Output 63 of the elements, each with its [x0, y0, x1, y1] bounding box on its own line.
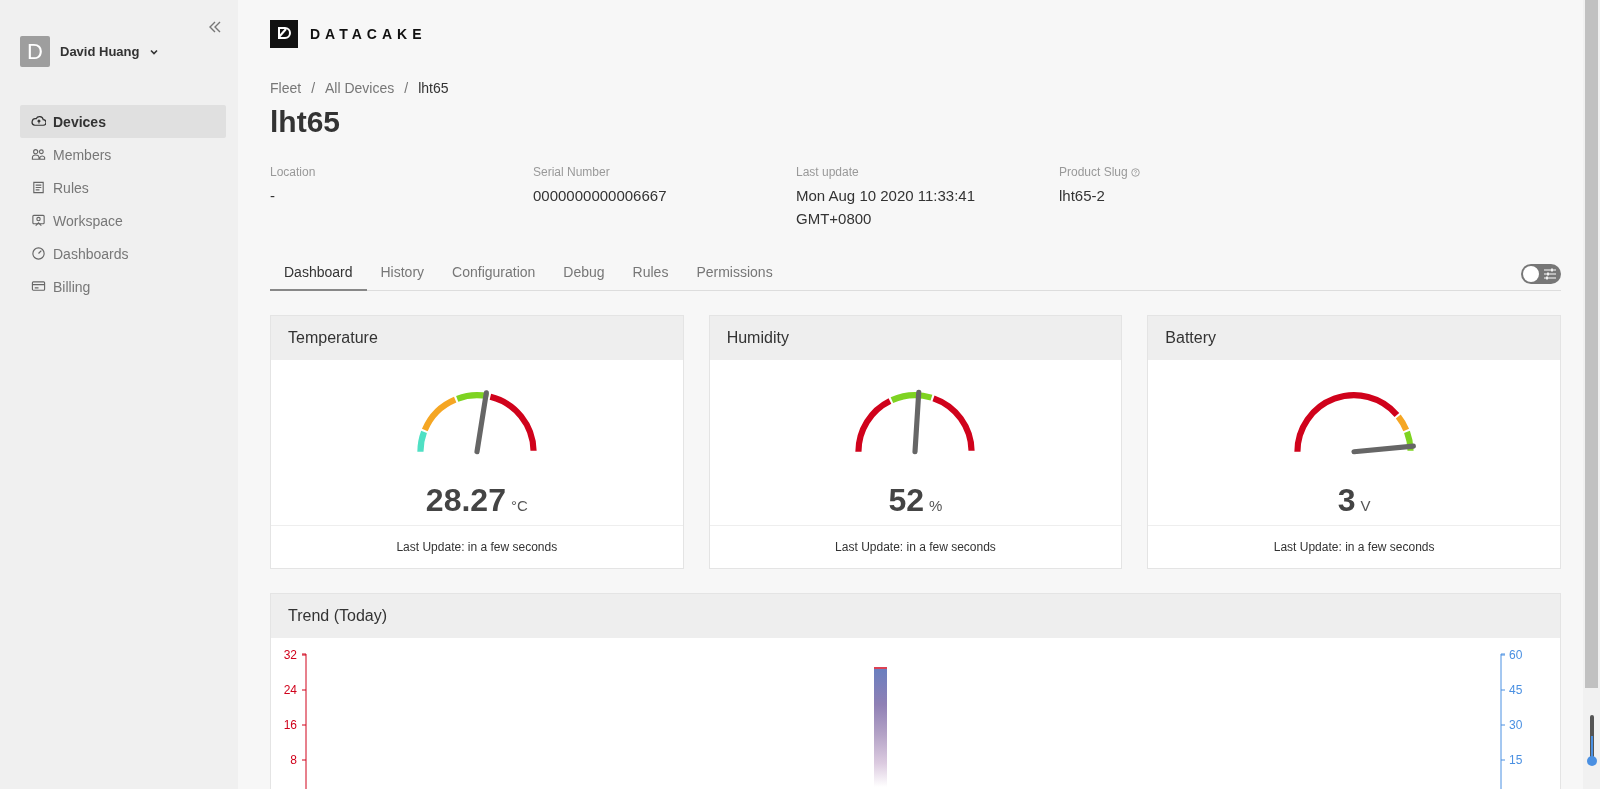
axis-tick-label: 24: [283, 683, 297, 697]
brand-name: DATACAKE: [310, 26, 427, 42]
tab[interactable]: Debug: [549, 256, 619, 291]
help-icon[interactable]: [1130, 167, 1140, 177]
info-value: lht65-2: [1059, 186, 1106, 206]
sidebar-item[interactable]: Rules: [20, 171, 226, 204]
widget-unit: V: [1360, 497, 1371, 514]
axis-tick-label: 45: [1509, 683, 1523, 697]
people-icon: [31, 147, 46, 162]
info-label: Product Slug: [1059, 165, 1128, 179]
axis-tick-label: 16: [283, 718, 297, 732]
info-value: 0000000000006667: [533, 186, 668, 206]
edit-toggle[interactable]: [1521, 264, 1561, 284]
widget-footer: Last Update: in a few seconds: [1273, 540, 1435, 554]
thermometer-icon: [1585, 714, 1598, 768]
rules-icon: [31, 180, 46, 195]
widget-title: Trend (Today): [288, 607, 387, 625]
user-name[interactable]: David Huang: [60, 44, 140, 59]
widget-unit: °C: [510, 497, 528, 514]
billing-icon: [31, 279, 46, 294]
tab[interactable]: Dashboard: [270, 256, 367, 291]
logo-icon: [270, 20, 298, 48]
widget-value: 28.27: [425, 482, 506, 519]
sidebar-item[interactable]: Dashboards: [20, 237, 226, 270]
info-label: Location: [270, 165, 316, 179]
breadcrumb-current: lht65: [418, 80, 449, 96]
widget-title: Temperature: [288, 329, 378, 347]
tab[interactable]: Configuration: [438, 256, 550, 291]
tab[interactable]: Rules: [618, 256, 683, 291]
sidebar-item[interactable]: Billing: [20, 270, 226, 303]
tab[interactable]: Permissions: [682, 256, 787, 291]
widget-footer: Last Update: in a few seconds: [835, 540, 996, 554]
info-value: Mon Aug 10 2020 11:33:41 GMT+0800: [796, 186, 977, 229]
widget-title: Battery: [1165, 329, 1216, 347]
axis-tick-label: 30: [1509, 718, 1523, 732]
widget-unit: %: [929, 497, 943, 514]
workspace-icon: [31, 213, 46, 228]
sidebar-item[interactable]: Devices: [20, 105, 226, 138]
tab[interactable]: History: [366, 256, 439, 291]
sidebar-item[interactable]: Workspace: [20, 204, 226, 237]
breadcrumb-separator: /: [404, 80, 409, 96]
widget-title: Humidity: [726, 329, 789, 347]
breadcrumb-separator: /: [311, 80, 315, 96]
axis-tick-label: 15: [1509, 753, 1523, 767]
scrollbar[interactable]: [1583, 0, 1600, 789]
widget-footer: Last Update: in a few seconds: [396, 540, 558, 554]
axis-tick-label: 8: [290, 753, 297, 767]
gauge-icon: [31, 246, 46, 261]
axis-tick-label: 32: [283, 648, 297, 662]
collapse-icon[interactable]: [208, 20, 222, 34]
breadcrumb-link[interactable]: All Devices: [325, 80, 395, 96]
user-avatar[interactable]: D: [20, 36, 50, 67]
info-value: -: [270, 186, 276, 206]
sidebar-item[interactable]: Members: [20, 138, 226, 171]
axis-tick-label: 60: [1509, 648, 1523, 662]
info-label: Last update: [796, 165, 859, 179]
sliders-icon: [1543, 268, 1557, 280]
page-title: lht65: [270, 105, 342, 139]
widget-value: 52: [888, 482, 925, 519]
breadcrumb-link[interactable]: Fleet: [270, 80, 302, 96]
widget-value: 3: [1337, 482, 1356, 519]
cloud-icon: [31, 114, 46, 129]
info-label: Serial Number: [533, 165, 610, 179]
